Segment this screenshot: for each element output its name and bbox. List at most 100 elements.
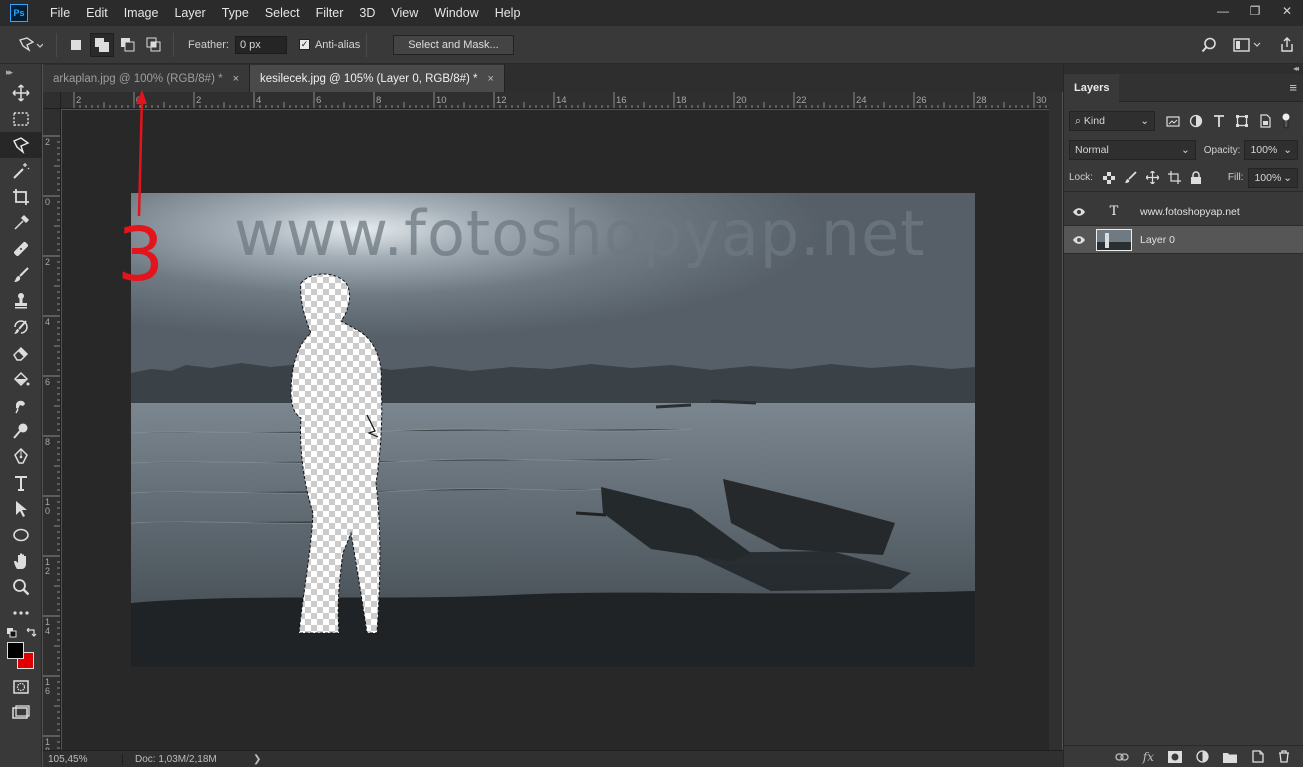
feather-input[interactable] [234, 35, 287, 54]
horizontal-ruler[interactable]: 2 0 2 4 6 8 10 12 14 16 18 20 22 24 26 28 30 [61, 92, 1049, 109]
menu-type[interactable]: Type [214, 0, 257, 26]
zoom-level[interactable]: 105,45% [43, 753, 123, 765]
menu-help[interactable]: Help [487, 0, 529, 26]
paint-bucket-tool[interactable] [0, 366, 42, 392]
blur-tool[interactable] [0, 392, 42, 418]
eyedropper-tool[interactable] [0, 210, 42, 236]
adjustment-layer-icon[interactable] [1196, 750, 1209, 763]
status-menu-arrow-icon[interactable]: ❯ [253, 754, 261, 765]
path-selection-tool[interactable] [0, 496, 42, 522]
ruler-origin[interactable] [43, 92, 61, 109]
new-selection-button[interactable] [64, 33, 88, 57]
dodge-tool[interactable] [0, 418, 42, 444]
filter-toggle-icon[interactable] [1281, 113, 1291, 129]
crop-tool[interactable] [0, 184, 42, 210]
layer-visibility-toggle[interactable] [1064, 235, 1094, 245]
close-icon[interactable]: × [488, 73, 494, 85]
lock-row: Lock: Fill: 100% ⌄ [1064, 164, 1303, 192]
close-window-icon[interactable]: ✕ [1271, 0, 1303, 22]
ruler-label: 0 [45, 506, 50, 516]
clone-stamp-tool[interactable] [0, 288, 42, 314]
layer-style-icon[interactable]: fx [1143, 750, 1154, 764]
pen-tool[interactable] [0, 444, 42, 470]
minimize-icon[interactable]: — [1207, 0, 1239, 22]
document-image[interactable]: www.fotoshopyap.net [131, 193, 975, 667]
ruler-label: 26 [916, 95, 927, 106]
adjustment-filter-icon[interactable] [1189, 114, 1203, 128]
lock-artboard-icon[interactable] [1167, 171, 1181, 184]
subtract-from-selection-button[interactable] [116, 33, 140, 57]
layer-name[interactable]: Layer 0 [1140, 234, 1175, 246]
type-filter-icon[interactable] [1212, 114, 1226, 128]
fill-field[interactable]: 100% ⌄ [1248, 167, 1298, 188]
opacity-field[interactable]: 100% ⌄ [1244, 140, 1298, 160]
move-tool[interactable] [0, 80, 42, 106]
menu-edit[interactable]: Edit [78, 0, 116, 26]
panel-collapse-icon[interactable]: ◂◂ [1064, 64, 1303, 74]
pixel-filter-icon[interactable] [1166, 114, 1180, 128]
add-to-selection-button[interactable] [90, 32, 114, 57]
close-icon[interactable]: × [233, 73, 239, 85]
zoom-tool[interactable] [0, 574, 42, 600]
vertical-ruler[interactable]: 2024681012141618 [43, 109, 61, 750]
menu-window[interactable]: Window [426, 0, 486, 26]
vertical-scrollbar[interactable] [1049, 92, 1062, 750]
smart-object-filter-icon[interactable] [1258, 114, 1272, 128]
kind-filter-dropdown[interactable]: ⌕ Kind ⌄ [1069, 111, 1155, 131]
quick-mask-button[interactable] [0, 674, 42, 700]
magic-wand-tool[interactable] [0, 158, 42, 184]
type-tool[interactable] [0, 470, 42, 496]
lock-image-icon[interactable] [1124, 171, 1137, 184]
menu-3d[interactable]: 3D [351, 0, 383, 26]
select-and-mask-button[interactable]: Select and Mask... [393, 34, 514, 55]
share-icon[interactable] [1279, 37, 1295, 53]
panel-grip-icon[interactable]: ▸▸ [0, 64, 41, 80]
menu-image[interactable]: Image [116, 0, 167, 26]
lasso-tool[interactable] [0, 132, 42, 158]
search-icon[interactable] [1201, 37, 1217, 53]
add-mask-icon[interactable] [1168, 750, 1182, 763]
tool-preset-picker[interactable] [10, 30, 50, 60]
workspace-icon[interactable] [1233, 37, 1263, 53]
healing-brush-tool[interactable] [0, 236, 42, 262]
lock-position-icon[interactable] [1145, 171, 1159, 184]
menu-filter[interactable]: Filter [308, 0, 352, 26]
swap-colors-icon[interactable] [25, 628, 37, 638]
blend-mode-dropdown[interactable]: Normal ⌄ [1069, 140, 1196, 160]
document-canvas[interactable]: www.fotoshopyap.net [62, 110, 1049, 750]
shape-filter-icon[interactable] [1235, 114, 1249, 128]
history-brush-tool[interactable] [0, 314, 42, 340]
crop-icon [13, 189, 29, 205]
new-group-icon[interactable] [1223, 751, 1237, 763]
layer-name[interactable]: www.fotoshopyap.net [1140, 206, 1240, 218]
layer-visibility-toggle[interactable] [1064, 207, 1094, 217]
new-layer-icon[interactable] [1251, 750, 1264, 763]
link-layers-icon[interactable] [1115, 752, 1129, 762]
menu-file[interactable]: File [42, 0, 78, 26]
intersect-selection-button[interactable] [142, 33, 166, 57]
tab-kesilecek[interactable]: kesilecek.jpg @ 105% (Layer 0, RGB/8#) *… [250, 65, 505, 92]
panel-menu-icon[interactable]: ≡ [1289, 80, 1303, 95]
menu-view[interactable]: View [383, 0, 426, 26]
hand-tool[interactable] [0, 548, 42, 574]
more-tools[interactable] [0, 600, 42, 626]
lock-all-icon[interactable] [1190, 171, 1202, 184]
layers-tab[interactable]: Layers [1064, 73, 1120, 102]
eraser-tool[interactable] [0, 340, 42, 366]
layer-row-layer0[interactable]: Layer 0 [1064, 226, 1303, 254]
ruler-label: 10 [436, 95, 447, 106]
tab-arkaplan[interactable]: arkaplan.jpg @ 100% (RGB/8#) * × [43, 65, 251, 92]
trash-icon[interactable] [1278, 750, 1290, 763]
layer-row-text[interactable]: T www.fotoshopyap.net [1064, 198, 1303, 226]
ellipse-tool[interactable] [0, 522, 42, 548]
menu-layer[interactable]: Layer [166, 0, 213, 26]
restore-icon[interactable]: ❐ [1239, 0, 1271, 22]
default-colors-icon[interactable] [7, 628, 17, 638]
foreground-color-swatch[interactable] [7, 642, 24, 659]
brush-tool[interactable] [0, 262, 42, 288]
screen-mode-button[interactable] [0, 700, 42, 726]
menu-select[interactable]: Select [257, 0, 308, 26]
anti-alias-checkbox[interactable]: ✓ Anti-alias [298, 39, 360, 51]
lock-transparent-icon[interactable] [1102, 171, 1115, 184]
marquee-tool[interactable] [0, 106, 42, 132]
